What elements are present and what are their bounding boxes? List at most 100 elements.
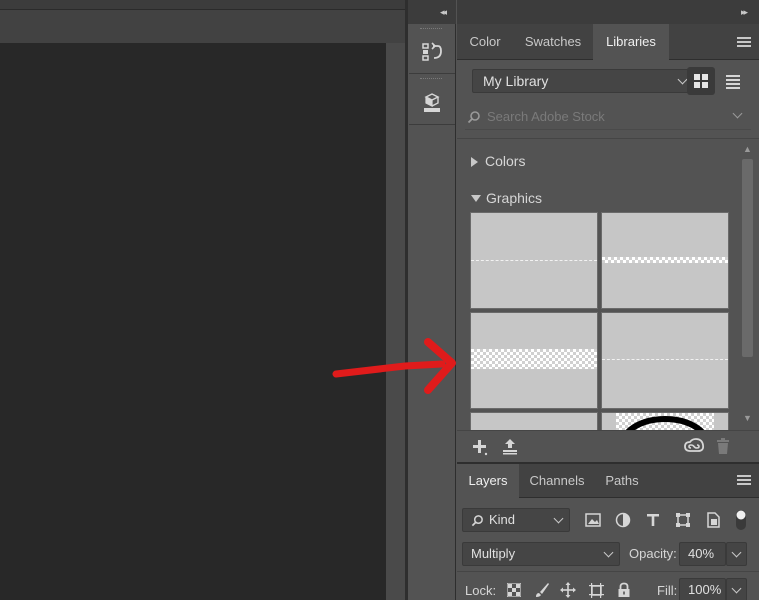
library-scrollbar[interactable]: ▲ ▼ (740, 143, 755, 427)
opacity-dropdown-button[interactable] (726, 542, 747, 566)
toggle-icon (736, 510, 746, 530)
canvas-pasteboard (386, 43, 405, 600)
search-icon (471, 515, 483, 527)
tab-paths[interactable]: Paths (595, 464, 649, 498)
document-canvas[interactable] (0, 43, 386, 600)
filter-pixel-layers-button[interactable] (583, 510, 603, 530)
3d-cube-icon (424, 93, 440, 112)
lock-all-button[interactable] (615, 581, 633, 599)
colors-section-header[interactable]: Colors (471, 153, 525, 169)
libraries-panel: ▸▸ Color Swatches Libraries My Library S… (457, 0, 759, 600)
lock-label: Lock: (465, 583, 497, 598)
collapsed-panel-dock: ◂◂ (408, 0, 456, 600)
grid-view-icon (694, 74, 708, 88)
adjustment-circle-icon (615, 512, 631, 528)
graphic-thumbnail[interactable] (470, 312, 598, 409)
smart-object-icon (707, 512, 720, 528)
lock-image-pixels-button[interactable] (533, 581, 551, 599)
filter-type-layers-button[interactable] (643, 510, 663, 530)
circle-graphic (624, 416, 706, 431)
move-icon (560, 582, 576, 598)
filter-smart-object-button[interactable] (703, 510, 723, 530)
filter-kind-value: Kind (489, 512, 516, 527)
divider (457, 571, 759, 572)
scroll-thumb[interactable] (742, 159, 753, 357)
library-dropdown[interactable]: My Library (472, 69, 693, 93)
lock-position-button[interactable] (559, 581, 577, 599)
collapse-triangle-icon (471, 195, 481, 202)
scroll-up-icon[interactable]: ▲ (743, 144, 752, 154)
library-footer (457, 430, 759, 460)
list-view-button[interactable] (719, 67, 747, 95)
lock-icon (618, 582, 630, 597)
dashed-line-graphic (602, 359, 728, 360)
opacity-label: Opacity: (629, 546, 677, 561)
history-panel-button[interactable] (409, 31, 455, 74)
image-icon (585, 513, 601, 527)
fill-value: 100% (688, 582, 722, 597)
upload-icon[interactable] (501, 437, 519, 455)
document-tab-bar (0, 0, 405, 10)
chevron-down-icon (677, 74, 688, 85)
stock-search-field[interactable]: Search Adobe Stock (465, 104, 751, 130)
grid-view-button[interactable] (687, 67, 715, 95)
collapse-panels-icon[interactable]: ▸▸ (741, 7, 748, 18)
tab-libraries[interactable]: Libraries (593, 24, 669, 60)
blend-mode-select[interactable]: Multiply (462, 542, 620, 566)
expand-panels-icon[interactable]: ◂◂ (440, 7, 447, 18)
creative-cloud-icon[interactable] (683, 437, 705, 455)
add-content-icon[interactable] (471, 438, 489, 456)
transparent-band-graphic (471, 349, 597, 369)
list-view-icon (726, 75, 740, 89)
tab-swatches[interactable]: Swatches (513, 24, 593, 60)
filter-adjustment-layers-button[interactable] (613, 510, 633, 530)
panel-menu-icon[interactable] (737, 37, 751, 47)
history-icon (422, 42, 442, 61)
dock-grip[interactable] (420, 78, 442, 80)
lock-transparent-pixels-button[interactable] (505, 581, 523, 599)
expand-triangle-icon (471, 157, 478, 167)
document-tab-strip (0, 10, 405, 43)
fill-dropdown-button[interactable] (726, 578, 747, 600)
tab-layers[interactable]: Layers (457, 464, 519, 498)
dashed-line-graphic (471, 260, 597, 261)
filter-shape-layers-button[interactable] (673, 510, 693, 530)
graphics-section-header[interactable]: Graphics (471, 190, 542, 206)
tab-channels[interactable]: Channels (519, 464, 595, 498)
graphic-thumbnail[interactable] (470, 212, 598, 309)
dock-grip[interactable] (420, 28, 442, 30)
collapsed-dock-header: ◂◂ (408, 0, 456, 24)
chevron-down-icon (731, 583, 742, 594)
color-libraries-tab-bar: Color Swatches Libraries (457, 24, 759, 60)
search-icon (467, 111, 480, 124)
fill-input[interactable]: 100% (679, 578, 726, 600)
graphic-thumbnail[interactable] (601, 312, 729, 409)
layers-menu-icon[interactable] (737, 475, 751, 485)
graphic-thumbnail[interactable] (601, 212, 729, 309)
transparent-strip-graphic (602, 257, 728, 263)
3d-panel-button[interactable] (409, 82, 455, 125)
graphic-thumbnail[interactable] (601, 412, 729, 431)
checkerboard-icon (507, 583, 521, 597)
trash-icon[interactable] (715, 437, 731, 455)
opacity-input[interactable]: 40% (679, 542, 726, 566)
chevron-down-icon (731, 547, 742, 558)
layers-tab-bar: Layers Channels Paths (457, 462, 759, 498)
panel-header-bar: ▸▸ (457, 0, 759, 24)
tab-color[interactable]: Color (457, 24, 513, 60)
library-dropdown-value: My Library (483, 73, 549, 89)
graphics-section-label: Graphics (486, 190, 543, 206)
colors-section-label: Colors (485, 153, 526, 169)
layer-filter-kind-select[interactable]: Kind (462, 508, 570, 532)
brush-icon (536, 583, 549, 597)
filter-toggle-switch[interactable] (731, 508, 751, 532)
lock-artboard-button[interactable] (587, 581, 605, 599)
library-content: Colors Graphics ▲ ▼ (457, 138, 759, 431)
chevron-down-icon (603, 547, 614, 558)
fill-label: Fill: (657, 583, 678, 598)
chevron-down-icon (553, 513, 564, 524)
chevron-down-icon[interactable] (732, 108, 743, 119)
graphic-thumbnail[interactable] (470, 412, 598, 431)
scroll-down-icon[interactable]: ▼ (743, 413, 752, 423)
artboard-icon (589, 583, 604, 598)
